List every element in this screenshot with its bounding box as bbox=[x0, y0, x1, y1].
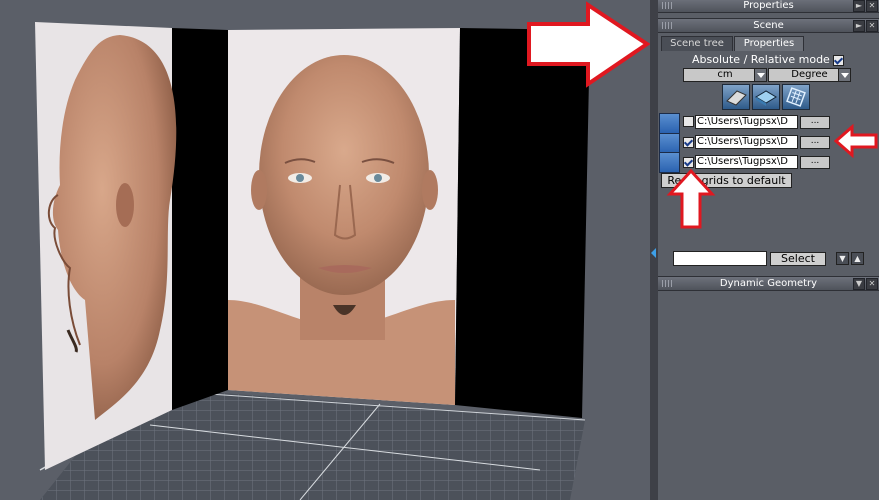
grip-icon[interactable] bbox=[662, 2, 672, 9]
grid-box-button[interactable] bbox=[752, 84, 780, 110]
grid-visible-checkbox[interactable] bbox=[683, 116, 694, 127]
grid-path-field[interactable]: C:\Users\Tugpsx\D bbox=[695, 155, 798, 169]
angle-select[interactable]: Degree bbox=[768, 68, 851, 82]
collapse-arrow-icon[interactable] bbox=[651, 248, 656, 258]
tab-scene-tree[interactable]: Scene tree bbox=[661, 36, 733, 51]
unit-select[interactable]: cm bbox=[683, 68, 767, 82]
browse-button[interactable]: ... bbox=[800, 116, 830, 129]
expand-icon[interactable]: ► bbox=[853, 0, 865, 12]
close-icon[interactable]: ✕ bbox=[866, 20, 878, 32]
properties-title: Properties bbox=[743, 0, 794, 11]
viewport-3d[interactable] bbox=[0, 0, 650, 500]
grid-plane-icon bbox=[726, 90, 747, 106]
grip-icon[interactable] bbox=[662, 22, 672, 29]
mode-label: Absolute / Relative mode bbox=[692, 53, 830, 66]
expand-icon[interactable]: ▼ bbox=[853, 278, 865, 290]
grid-visible-checkbox[interactable] bbox=[683, 137, 694, 148]
grid-path-field[interactable]: C:\Users\Tugpsx\D bbox=[695, 115, 798, 129]
grid-icon[interactable] bbox=[659, 133, 680, 154]
panel-splitter[interactable] bbox=[650, 0, 658, 500]
expand-icon[interactable]: ► bbox=[853, 20, 865, 32]
down-icon[interactable]: ▼ bbox=[836, 252, 849, 265]
dynamic-geometry-titlebar[interactable]: Dynamic Geometry ▼ ✕ bbox=[658, 276, 879, 291]
grip-icon[interactable] bbox=[662, 280, 672, 287]
grid-visible-checkbox[interactable] bbox=[683, 157, 694, 168]
grid-plane-button[interactable] bbox=[722, 84, 750, 110]
grid-path-field[interactable]: C:\Users\Tugpsx\D bbox=[695, 135, 798, 149]
arrow-left-icon bbox=[834, 124, 878, 158]
scene-titlebar[interactable]: Scene ► ✕ bbox=[658, 18, 879, 33]
grid-box-icon bbox=[755, 90, 777, 106]
browse-button[interactable]: ... bbox=[800, 136, 830, 149]
select-button[interactable]: Select bbox=[770, 252, 826, 266]
mode-checkbox[interactable] bbox=[833, 55, 844, 66]
grid-icon[interactable] bbox=[659, 113, 680, 134]
angle-value: Degree bbox=[791, 69, 828, 80]
grid-cage-icon bbox=[786, 87, 806, 107]
chevron-down-icon[interactable] bbox=[754, 69, 766, 81]
up-icon[interactable]: ▲ bbox=[851, 252, 864, 265]
tab-properties[interactable]: Properties bbox=[734, 36, 804, 51]
properties-titlebar[interactable]: Properties ► ✕ bbox=[658, 0, 879, 13]
left-wall-black bbox=[172, 28, 228, 410]
close-icon[interactable]: ✕ bbox=[866, 278, 878, 290]
chevron-down-icon[interactable] bbox=[838, 69, 850, 81]
close-icon[interactable]: ✕ bbox=[866, 0, 878, 12]
arrow-up-icon bbox=[666, 168, 716, 229]
dynamic-geometry-title: Dynamic Geometry bbox=[719, 278, 818, 289]
browse-button[interactable]: ... bbox=[800, 156, 830, 169]
unit-value: cm bbox=[717, 69, 733, 80]
grid-cage-button[interactable] bbox=[782, 84, 810, 110]
scene-title: Scene bbox=[753, 20, 784, 31]
filter-input[interactable] bbox=[673, 251, 767, 266]
arrow-right-icon bbox=[527, 1, 650, 88]
side-panel: Properties ► ✕ Scene ► ✕ Scene tree Prop… bbox=[658, 0, 879, 500]
